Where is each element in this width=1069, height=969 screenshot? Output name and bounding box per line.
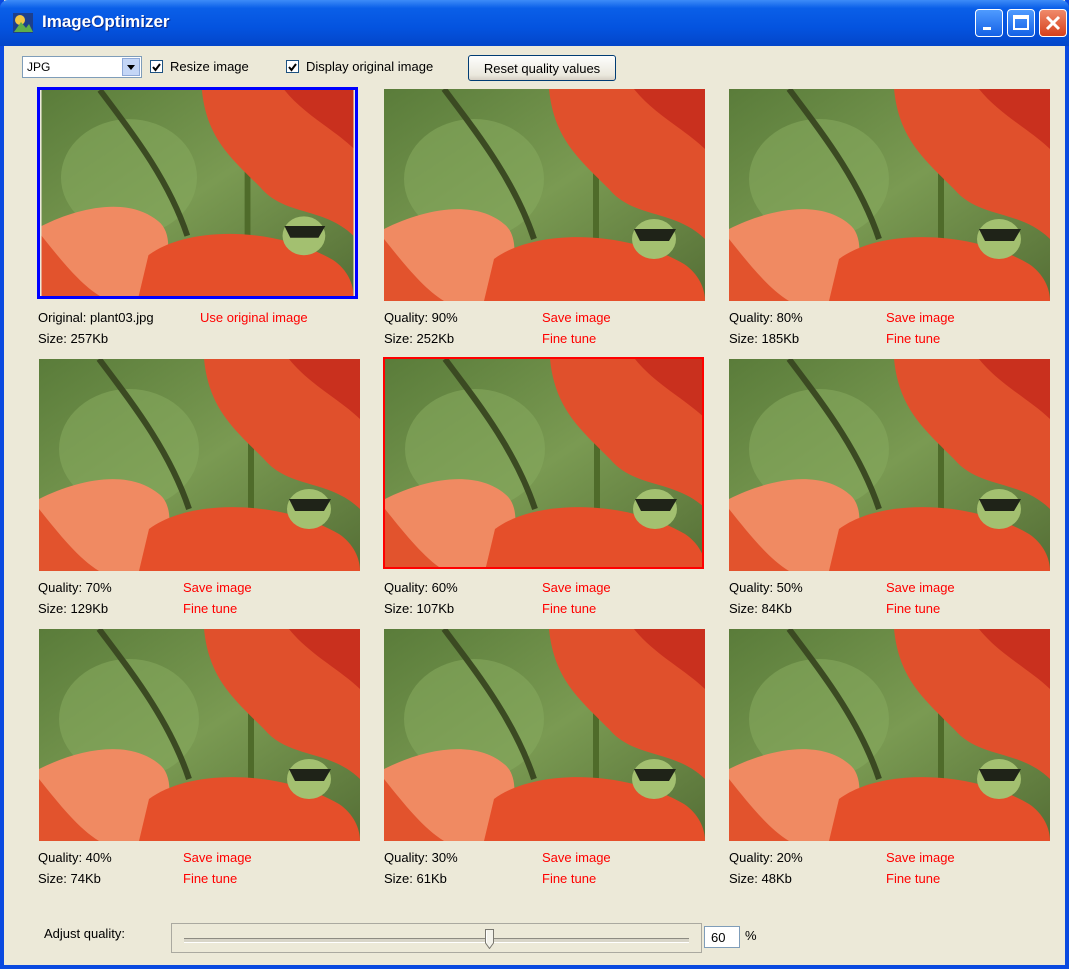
- image-preview: [39, 629, 360, 841]
- fine-tune-link[interactable]: Fine tune: [886, 871, 940, 886]
- save-image-link[interactable]: Save image: [886, 310, 955, 325]
- close-icon: [1045, 15, 1061, 31]
- save-image-link[interactable]: Save image: [542, 850, 611, 865]
- window-title: ImageOptimizer: [42, 12, 170, 31]
- slider-thumb[interactable]: [485, 929, 494, 949]
- variant-size: Size: 74Kb: [38, 871, 101, 886]
- save-image-link[interactable]: Save image: [183, 580, 252, 595]
- checkbox-box[interactable]: [150, 60, 163, 73]
- variant-quality: Quality: 60%: [384, 580, 458, 595]
- quality-slider[interactable]: [171, 923, 702, 953]
- use-original-link[interactable]: Use original image: [200, 310, 308, 325]
- checkbox-box[interactable]: [286, 60, 299, 73]
- fine-tune-link[interactable]: Fine tune: [542, 601, 596, 616]
- image-preview: [384, 89, 705, 301]
- image-preview: [729, 89, 1050, 301]
- variant-quality: Quality: 70%: [38, 580, 112, 595]
- slider-track[interactable]: [184, 938, 689, 943]
- save-image-link[interactable]: Save image: [886, 580, 955, 595]
- maximize-icon: [1013, 15, 1029, 30]
- variant-quality: Quality: 30%: [384, 850, 458, 865]
- variant-size: Size: 61Kb: [384, 871, 447, 886]
- image-preview: [39, 359, 360, 571]
- checkmark-icon: [152, 63, 161, 72]
- variant-preview-80[interactable]: [729, 89, 1050, 301]
- format-select-value: JPG: [27, 60, 51, 74]
- app-window: ImageOptimizer JPG Resize image Display …: [0, 0, 1069, 969]
- image-preview: [40, 90, 355, 296]
- reset-quality-button[interactable]: Reset quality values: [468, 55, 616, 81]
- variant-size: Size: 107Kb: [384, 601, 455, 616]
- variant-quality: Quality: 80%: [729, 310, 803, 325]
- variant-preview-60-selected[interactable]: [383, 357, 704, 569]
- variant-quality: Quality: 40%: [38, 850, 112, 865]
- app-icon: [13, 13, 33, 33]
- variant-size: Size: 129Kb: [38, 601, 109, 616]
- minimize-icon: [983, 27, 991, 30]
- chevron-down-icon: [127, 65, 135, 70]
- title-bar[interactable]: ImageOptimizer: [0, 0, 1069, 46]
- variant-preview-50[interactable]: [729, 359, 1050, 571]
- original-name: Original: plant03.jpg: [38, 310, 154, 325]
- dropdown-button[interactable]: [122, 58, 140, 76]
- fine-tune-link[interactable]: Fine tune: [183, 871, 237, 886]
- image-preview: [385, 359, 704, 569]
- image-preview: [384, 629, 705, 841]
- minimize-button[interactable]: [975, 9, 1003, 37]
- image-preview: [729, 359, 1050, 571]
- fine-tune-link[interactable]: Fine tune: [886, 601, 940, 616]
- variant-size: Size: 84Kb: [729, 601, 792, 616]
- variant-preview-90[interactable]: [384, 89, 705, 301]
- variant-preview-70[interactable]: [39, 359, 360, 571]
- variant-size: Size: 252Kb: [384, 331, 455, 346]
- close-button[interactable]: [1039, 9, 1067, 37]
- variant-preview-20[interactable]: [729, 629, 1050, 841]
- image-preview: [729, 629, 1050, 841]
- variant-size: Size: 185Kb: [729, 331, 800, 346]
- maximize-button[interactable]: [1007, 9, 1035, 37]
- save-image-link[interactable]: Save image: [542, 580, 611, 595]
- variant-size: Size: 48Kb: [729, 871, 792, 886]
- save-image-link[interactable]: Save image: [542, 310, 611, 325]
- save-image-link[interactable]: Save image: [886, 850, 955, 865]
- variant-preview-30[interactable]: [384, 629, 705, 841]
- fine-tune-link[interactable]: Fine tune: [886, 331, 940, 346]
- display-original-label: Display original image: [306, 59, 434, 74]
- adjust-quality-label: Adjust quality:: [44, 926, 125, 941]
- fine-tune-link[interactable]: Fine tune: [542, 871, 596, 886]
- save-image-link[interactable]: Save image: [183, 850, 252, 865]
- variant-quality: Quality: 20%: [729, 850, 803, 865]
- quality-value-input[interactable]: 60: [704, 926, 740, 948]
- variant-preview-40[interactable]: [39, 629, 360, 841]
- original-size: Size: 257Kb: [38, 331, 109, 346]
- fine-tune-link[interactable]: Fine tune: [183, 601, 237, 616]
- fine-tune-link[interactable]: Fine tune: [542, 331, 596, 346]
- variant-quality: Quality: 50%: [729, 580, 803, 595]
- checkmark-icon: [288, 63, 297, 72]
- resize-image-label: Resize image: [170, 59, 249, 74]
- original-image-preview[interactable]: [37, 87, 358, 299]
- variant-quality: Quality: 90%: [384, 310, 458, 325]
- percent-label: %: [745, 928, 757, 943]
- format-select[interactable]: JPG: [22, 56, 142, 78]
